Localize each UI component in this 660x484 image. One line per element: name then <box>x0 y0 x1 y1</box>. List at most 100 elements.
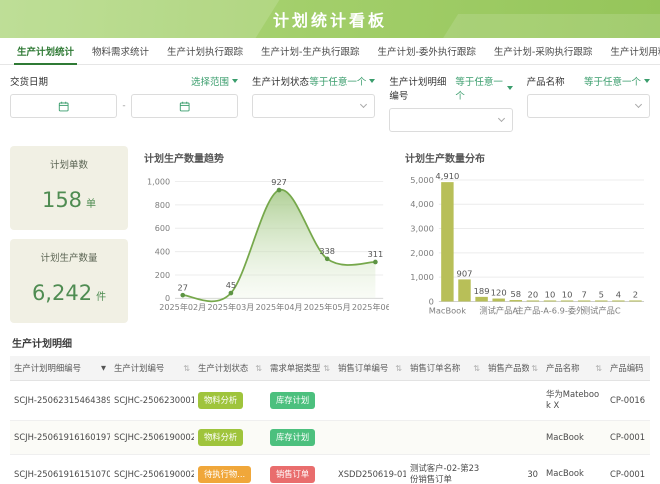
x-tick-label: 测试产品C <box>582 305 621 315</box>
bar <box>492 299 504 302</box>
calendar-icon[interactable] <box>138 101 231 112</box>
table-cell: XSDD250619-01 <box>334 454 406 484</box>
filter-label: 生产计划状态 <box>252 74 309 88</box>
column-header-1[interactable]: 生产计划编号⇅ <box>110 356 194 381</box>
filter-label: 生产计划明细编号 <box>389 74 455 102</box>
table-cell: 物料分析 <box>194 420 266 454</box>
filter-mode-dropdown[interactable]: 选择范围 <box>191 74 238 88</box>
table-cell: 测试客户-02-第23份销售订单 <box>406 454 484 484</box>
column-header-2[interactable]: 生产计划状态⇅ <box>194 356 266 381</box>
table-cell: 库存计划 <box>266 381 334 421</box>
table-cell <box>484 381 542 421</box>
y-tick-label: 2,000 <box>410 248 434 258</box>
table-cell <box>484 420 542 454</box>
filter-mode-dropdown[interactable]: 等于任意一个 <box>455 74 512 102</box>
table-cell: CP-0016 <box>606 381 650 421</box>
date-start-input[interactable] <box>10 94 117 118</box>
bar <box>578 300 590 301</box>
table-cell <box>406 381 484 421</box>
table-row[interactable]: SCJH-250619161601975SCJHC-2506190002物料分析… <box>10 420 650 454</box>
stat-unit: 件 <box>96 288 106 303</box>
status-badge: 物料分析 <box>198 429 243 446</box>
status-badge: 物料分析 <box>198 392 243 409</box>
page-title: 计划统计看板 <box>273 7 387 31</box>
x-tick-label: 2025年02月 <box>159 302 206 312</box>
table-cell: 销售订单 <box>266 454 334 484</box>
tab-3[interactable]: 生产计划-生产执行跟踪 <box>252 38 368 64</box>
table-body: SCJH-250623154643894SCJHC-2506230001物料分析… <box>10 381 650 484</box>
column-header-5[interactable]: 销售订单名称 ⇅ <box>406 356 484 381</box>
table-header-row: 生产计划明细编号▼生产计划编号⇅生产计划状态⇅需求单据类型⇅销售订单编号⇅销售订… <box>10 356 650 381</box>
sort-icon: ⇅ <box>395 364 402 373</box>
x-tick-label: 主产品-A-6.9-委外 <box>516 305 585 315</box>
distribution-chart-svg: 01,0002,0003,0004,0005,0004,910907189120… <box>399 166 650 317</box>
trend-chart-svg: 02004006008001,000272025年02月452025年03月92… <box>138 166 389 314</box>
table-cell <box>406 420 484 454</box>
filter-mode-dropdown[interactable]: 等于任意一个 <box>309 74 375 88</box>
column-header-4[interactable]: 销售订单编号⇅ <box>334 356 406 381</box>
table-cell <box>334 420 406 454</box>
column-header-3[interactable]: 需求单据类型⇅ <box>266 356 334 381</box>
point-value-label: 311 <box>368 249 384 259</box>
data-point <box>277 188 282 193</box>
bar-value-label: 7 <box>582 289 587 299</box>
tab-1[interactable]: 物料需求统计 <box>83 38 158 64</box>
point-value-label: 45 <box>226 280 236 290</box>
date-end-input[interactable] <box>131 94 238 118</box>
calendar-icon[interactable] <box>17 101 110 112</box>
tab-5[interactable]: 生产计划-采购执行跟踪 <box>485 38 601 64</box>
tab-2[interactable]: 生产计划执行跟踪 <box>158 38 252 64</box>
point-value-label: 27 <box>178 282 188 292</box>
bar-value-label: 10 <box>545 289 556 299</box>
table-cell: 物料分析 <box>194 381 266 421</box>
bar <box>595 300 607 301</box>
bar-value-label: 20 <box>528 289 539 299</box>
table-cell: 库存计划 <box>266 420 334 454</box>
product-name-select[interactable] <box>527 94 650 118</box>
table-cell: 华为Matebook X <box>542 381 606 421</box>
y-tick-label: 800 <box>155 201 170 210</box>
tab-6[interactable]: 生产计划用料统计 <box>601 38 660 64</box>
plan-status-select[interactable] <box>252 94 375 118</box>
sort-desc-icon: ▼ <box>101 364 106 372</box>
filter-label: 交货日期 <box>10 74 48 88</box>
y-tick-label: 600 <box>155 224 170 233</box>
bar <box>612 300 624 301</box>
column-header-6[interactable]: 销售产品数量⇅ <box>484 356 542 381</box>
column-label: 销售订单名称 <box>410 362 460 374</box>
tab-0[interactable]: 生产计划统计 <box>8 38 83 64</box>
sort-icon: ⇅ <box>473 364 480 373</box>
bar <box>629 300 641 301</box>
data-point <box>373 260 378 265</box>
point-value-label: 927 <box>271 177 287 187</box>
y-tick-label: 4,000 <box>410 199 434 209</box>
plan-detail-no-select[interactable] <box>389 108 512 132</box>
table-row[interactable]: SCJH-250623154643894SCJHC-2506230001物料分析… <box>10 381 650 421</box>
status-badge: 库存计划 <box>270 392 315 409</box>
tab-4[interactable]: 生产计划-委外执行跟踪 <box>368 38 484 64</box>
dashboard-body: 计划单数 158 单 计划生产数量 6,242 件 计划生产数量趋势 02004… <box>0 144 660 323</box>
column-header-0[interactable]: 生产计划明细编号▼ <box>10 356 110 381</box>
column-label: 需求单据类型 <box>270 362 320 374</box>
bar-value-label: 58 <box>510 289 521 299</box>
table-row[interactable]: SCJH-250619161510706SCJHC-2506190002待执行物… <box>10 454 650 484</box>
filter-plan-detail-no: 生产计划明细编号 等于任意一个 <box>389 74 512 132</box>
filter-mode-dropdown[interactable]: 等于任意一个 <box>584 74 650 88</box>
table-cell: SCJHC-2506190002 <box>110 420 194 454</box>
distribution-chart-panel: 计划生产数量分布 01,0002,0003,0004,0005,0004,910… <box>399 146 650 323</box>
column-header-7[interactable]: 产品名称⇅ <box>542 356 606 381</box>
stat-card-plan-count: 计划单数 158 单 <box>10 146 128 230</box>
table-cell: 待执行物... <box>194 454 266 484</box>
banner-decor-shape <box>402 14 660 38</box>
column-header-8[interactable]: 产品编码 <box>606 356 650 381</box>
status-badge: 销售订单 <box>270 466 315 483</box>
bar-value-label: 189 <box>474 286 490 296</box>
column-label: 生产计划编号 <box>114 362 164 374</box>
trend-chart-title: 计划生产数量趋势 <box>144 150 389 165</box>
stat-card-plan-quantity: 计划生产数量 6,242 件 <box>10 239 128 323</box>
stat-title: 计划生产数量 <box>40 250 97 264</box>
x-tick-label: 2025年06月 <box>352 302 389 312</box>
table-cell: SCJH-250619161601975 <box>10 420 110 454</box>
table-cell: SCJH-250619161510706 <box>10 454 110 484</box>
bar-value-label: 4,910 <box>435 171 459 181</box>
